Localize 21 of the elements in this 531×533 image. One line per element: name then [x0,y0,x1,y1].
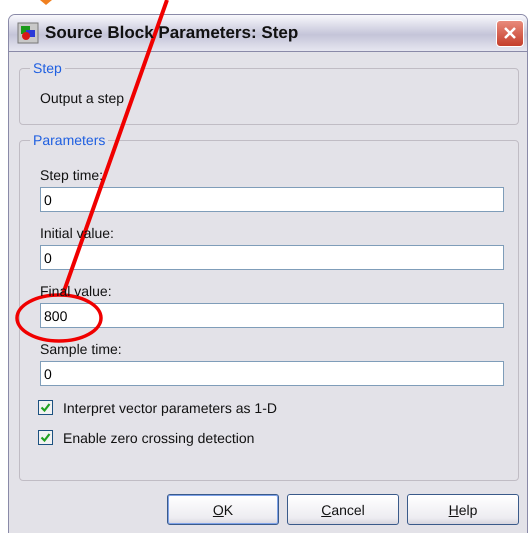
dialog-button[interactable]: Help [407,494,519,525]
description-text: Output a step [40,90,126,107]
group-title: Parameters [30,132,108,148]
checkbox[interactable] [38,400,53,415]
block-icon [17,22,39,44]
input-field[interactable]: 0 [40,361,504,386]
input-field[interactable]: 800 [40,303,504,328]
field-label: Step time: [40,167,104,183]
dialog-button[interactable]: Cancel [287,494,399,525]
input-field[interactable]: 0 [40,245,504,270]
close-button[interactable] [496,20,524,46]
close-icon [502,25,518,41]
checkbox-label: Enable zero crossing detection [63,430,254,446]
arrow-tip [40,0,52,5]
field-label: Sample time: [40,341,123,357]
window-title: Source Block Parameters: Step [45,23,300,43]
input-field[interactable]: 0 [40,187,504,212]
checkbox-label: Interpret vector parameters as 1-D [63,400,277,416]
dialog-button[interactable]: OK [167,494,279,525]
group-title: Step [30,60,65,76]
checkbox[interactable] [38,430,53,445]
